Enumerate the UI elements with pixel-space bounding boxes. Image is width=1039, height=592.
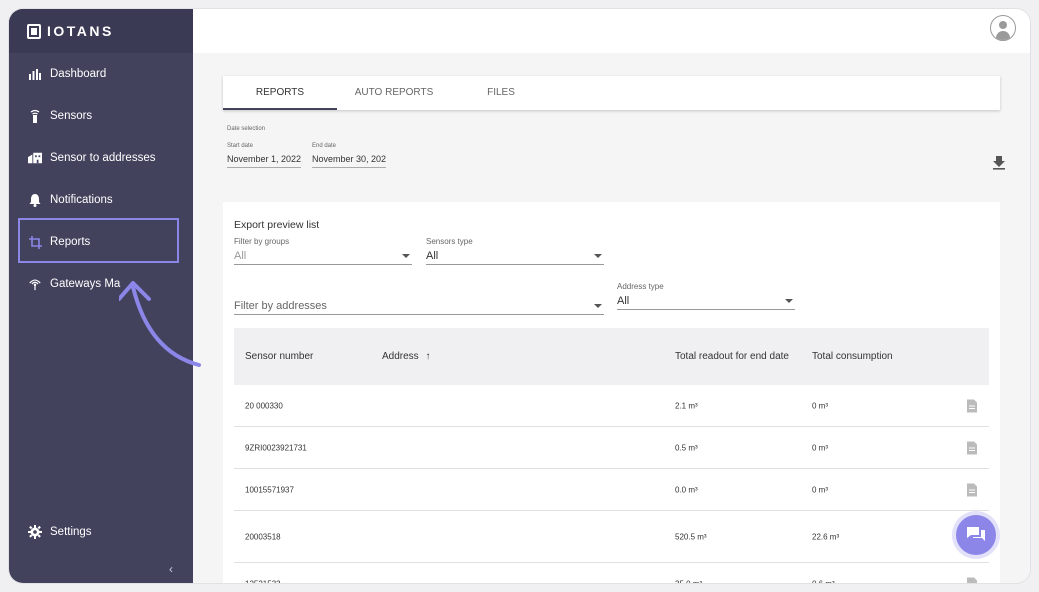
table-row[interactable]: 10015571937 0.0 m³ 0 m³ [234, 469, 989, 511]
avatar[interactable] [990, 15, 1016, 41]
filter-addresses-placeholder: Filter by addresses [234, 300, 327, 312]
header-address[interactable]: Address ↑ [382, 351, 430, 362]
sidebar-item-label: Notifications [50, 194, 113, 206]
brand-name: IOTANS [47, 23, 114, 39]
filter-groups-label: Filter by groups [234, 237, 290, 246]
app-window: IOTANS Dashboard Sensors Sensor to addre… [9, 9, 1030, 583]
reports-highlight-box [18, 218, 179, 263]
top-bar [193, 9, 1030, 53]
table-header: Sensor number Address ↑ Total readout fo… [234, 328, 989, 385]
sidebar-item-notifications[interactable]: Notifications [9, 179, 193, 221]
table-body: 20 000330 2.1 m³ 0 m³ 9ZRI0023921731 0.5 m³ 0… [234, 385, 989, 583]
header-sensor-number[interactable]: Sensor number [245, 351, 313, 362]
sensors-type-select[interactable]: Sensors type All [426, 237, 604, 265]
sensors-type-value: All [426, 250, 439, 262]
cell-total-readout: 2.1 m³ [675, 401, 698, 410]
export-preview-title: Export preview list [234, 219, 320, 231]
tab-auto-reports[interactable]: AUTO REPORTS [337, 76, 451, 110]
document-icon[interactable] [967, 441, 977, 454]
sidebar-item-label: Gateways Ma [50, 278, 121, 290]
dropdown-arrow-icon [402, 254, 410, 258]
sidebar-item-sensor-to-addresses[interactable]: Sensor to addresses [9, 137, 193, 179]
sidebar-item-label: Sensors [50, 110, 93, 122]
building-icon [28, 151, 42, 165]
download-icon[interactable] [992, 156, 1006, 170]
sidebar-item-sensors[interactable]: Sensors [9, 95, 193, 137]
start-date-label: Start date [227, 143, 254, 149]
sidebar-item-dashboard[interactable]: Dashboard [9, 53, 193, 95]
date-selection-label: Date selection [227, 126, 266, 132]
sidebar-item-label: Dashboard [50, 68, 107, 80]
logo-icon [27, 23, 41, 39]
bar-chart-icon [28, 67, 42, 81]
cell-total-consumption: 0 m³ [812, 485, 828, 494]
sort-arrow-up-icon: ↑ [425, 351, 431, 362]
tab-reports[interactable]: REPORTS [223, 76, 337, 110]
main-content: REPORTS AUTO REPORTS FILES Date selectio… [193, 53, 1030, 583]
filter-addresses-select[interactable]: Filter by addresses [234, 296, 604, 315]
user-icon-body [996, 31, 1010, 40]
document-icon[interactable] [967, 483, 977, 496]
collapse-sidebar-button[interactable]: ‹ [169, 562, 173, 576]
start-date-value[interactable]: November 1, 2022 [227, 154, 301, 168]
brand[interactable]: IOTANS [9, 9, 193, 53]
sensors-type-label: Sensors type [426, 237, 473, 246]
address-type-value: All [617, 295, 630, 307]
gear-icon [28, 525, 42, 539]
report-table: Sensor number Address ↑ Total readout fo… [234, 328, 989, 583]
start-date-field[interactable]: Start date November 1, 2022 [227, 143, 301, 168]
sidebar-nav: Dashboard Sensors Sensor to addresses No… [9, 53, 193, 305]
cell-total-consumption: 0.6 m³ [812, 579, 835, 583]
cell-total-readout: 35.0 m³ [675, 579, 702, 583]
cell-total-consumption: 0 m³ [812, 401, 828, 410]
table-row[interactable]: 20003518 520.5 m³ 22.6 m³ [234, 511, 989, 563]
gateway-icon [28, 277, 42, 291]
cell-total-readout: 0.0 m³ [675, 485, 698, 494]
tab-files[interactable]: FILES [444, 76, 558, 110]
header-total-readout[interactable]: Total readout for end date [675, 348, 793, 365]
tab-bar: REPORTS AUTO REPORTS FILES [223, 76, 1000, 110]
header-total-consumption[interactable]: Total consumption [812, 351, 893, 362]
user-icon-head [999, 21, 1007, 29]
cell-sensor-number: 20 000330 [245, 401, 283, 410]
end-date-value[interactable]: November 30, 2022 [312, 154, 386, 168]
bell-icon [28, 193, 42, 207]
document-icon[interactable] [967, 577, 977, 583]
sidebar-item-label: Sensor to addresses [50, 152, 156, 164]
sensor-icon [28, 109, 42, 123]
filter-groups-select[interactable]: Filter by groups All [234, 237, 412, 265]
cell-total-readout: 520.5 m³ [675, 532, 707, 541]
end-date-label: End date [312, 143, 337, 149]
cell-total-consumption: 22.6 m³ [812, 532, 840, 541]
chat-icon [967, 527, 985, 541]
cell-sensor-number: 12521533 [245, 579, 281, 583]
cell-sensor-number: 20003518 [245, 532, 281, 541]
filter-groups-value: All [234, 250, 247, 262]
table-row[interactable]: 9ZRI0023921731 0.5 m³ 0 m³ [234, 427, 989, 469]
sidebar-item-settings[interactable]: Settings [28, 525, 92, 539]
chat-button[interactable] [956, 515, 996, 555]
cell-sensor-number: 9ZRI0023921731 [245, 443, 307, 452]
annotation-arrow [119, 281, 201, 367]
export-preview-card: Export preview list Filter by groups All… [223, 202, 1000, 583]
dropdown-arrow-icon [594, 304, 602, 308]
dropdown-arrow-icon [785, 299, 793, 303]
address-type-label: Address type [617, 282, 664, 291]
cell-sensor-number: 10015571937 [245, 485, 294, 494]
table-row[interactable]: 12521533 35.0 m³ 0.6 m³ [234, 563, 989, 583]
table-row[interactable]: 20 000330 2.1 m³ 0 m³ [234, 385, 989, 427]
end-date-field[interactable]: End date November 30, 2022 [312, 143, 386, 168]
dropdown-arrow-icon [594, 254, 602, 258]
address-type-select[interactable]: Address type All [617, 282, 795, 310]
document-icon[interactable] [967, 399, 977, 412]
header-address-label: Address [382, 351, 419, 362]
cell-total-consumption: 0 m³ [812, 443, 828, 452]
settings-label: Settings [50, 526, 92, 538]
cell-total-readout: 0.5 m³ [675, 443, 698, 452]
